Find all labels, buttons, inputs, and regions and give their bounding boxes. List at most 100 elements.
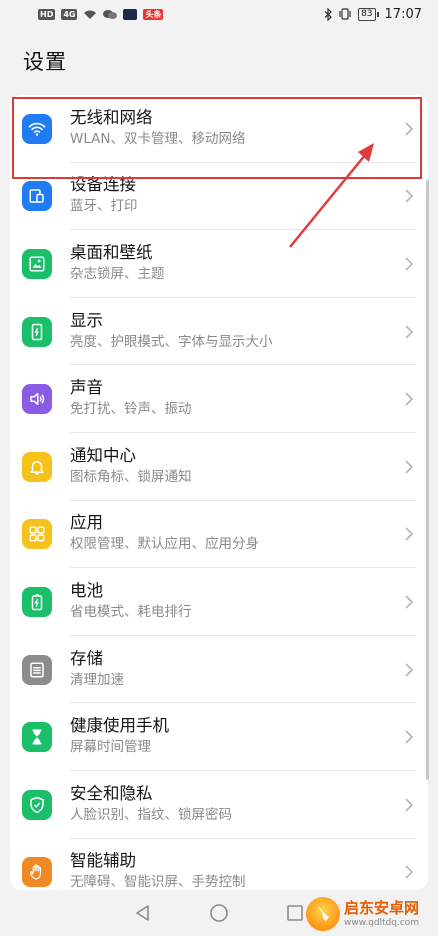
watermark-text: 启东安卓网 www.qdltdq.com — [344, 899, 419, 929]
recents-square-icon — [287, 905, 303, 921]
apps-icon — [22, 519, 52, 550]
watermark-logo-icon — [306, 897, 340, 931]
settings-item-title: 通知中心 — [70, 445, 136, 465]
chevron-right-icon — [405, 325, 414, 339]
settings-item-text: 声音 免打扰、铃声、振动 — [70, 377, 388, 419]
chevron-right-icon — [405, 122, 414, 136]
back-triangle-icon — [136, 905, 149, 921]
settings-item-smart-assist[interactable]: 智能辅助 无障碍、智能识屏、手势控制 — [10, 839, 428, 890]
hand-icon — [22, 857, 52, 888]
settings-item-network[interactable]: 无线和网络 WLAN、双卡管理、移动网络 — [10, 95, 428, 163]
settings-item-title: 健康使用手机 — [70, 716, 169, 736]
settings-item-title: 桌面和壁纸 — [70, 243, 153, 263]
settings-item-title: 安全和隐私 — [70, 783, 153, 803]
settings-item-title: 应用 — [70, 513, 103, 533]
settings-item-subtitle: 图标角标、锁屏通知 — [70, 468, 192, 485]
hd-badge: HD — [38, 8, 56, 20]
settings-item-notifications[interactable]: 通知中心 图标角标、锁屏通知 — [10, 433, 428, 501]
chevron-right-icon — [405, 392, 414, 406]
chevron-right-icon — [405, 662, 414, 677]
battery-icon — [22, 586, 52, 617]
storage-icon — [22, 654, 52, 685]
chevron-right-icon — [405, 865, 414, 879]
settings-item-text: 设备连接 蓝牙、打印 — [70, 175, 388, 217]
display-icon — [22, 316, 52, 347]
scrollbar-thumb[interactable] — [426, 180, 429, 780]
status-left: HD 4G 头条 — [38, 8, 164, 20]
sound-icon — [22, 384, 52, 415]
recents-button[interactable] — [283, 901, 307, 925]
settings-item-title: 设备连接 — [70, 175, 136, 195]
watermark-name: 启东安卓网 — [344, 899, 420, 917]
status-bar: HD 4G 头条 83 17:07 — [0, 0, 438, 28]
settings-item-subtitle: 屏幕时间管理 — [70, 739, 151, 756]
settings-item-subtitle: 省电模式、耗电排行 — [70, 604, 192, 621]
settings-item-subtitle: 无障碍、智能识屏、手势控制 — [70, 874, 246, 890]
chevron-right-icon — [405, 730, 414, 744]
settings-item-text: 应用 权限管理、默认应用、应用分身 — [70, 513, 388, 555]
settings-item-storage[interactable]: 存储 清理加速 — [10, 636, 428, 704]
settings-item-text: 健康使用手机 屏幕时间管理 — [70, 715, 388, 757]
settings-item-title: 存储 — [70, 648, 103, 668]
device-connect-icon — [22, 181, 52, 212]
settings-item-subtitle: 杂志锁屏、主题 — [70, 266, 165, 283]
chevron-right-icon — [405, 257, 414, 271]
settings-item-text: 安全和隐私 人脸识别、指纹、锁屏密码 — [70, 783, 388, 825]
vibrate-icon — [339, 8, 351, 20]
watermark: 启东安卓网 www.qdltdq.com — [306, 894, 434, 934]
battery-cap — [376, 11, 379, 17]
settings-item-title: 无线和网络 — [70, 107, 153, 127]
wallpaper-icon — [22, 248, 52, 279]
wifi-status-icon — [84, 10, 97, 19]
chevron-right-icon — [405, 460, 414, 474]
bluetooth-icon — [324, 7, 332, 21]
settings-item-wallpaper[interactable]: 桌面和壁纸 杂志锁屏、主题 — [10, 230, 428, 298]
home-button[interactable] — [207, 901, 231, 925]
settings-item-apps[interactable]: 应用 权限管理、默认应用、应用分身 — [10, 501, 428, 569]
app-notification-icon — [123, 8, 138, 20]
chevron-right-icon — [405, 189, 414, 203]
wifi-icon — [22, 113, 52, 144]
toutiao-badge: 头条 — [143, 8, 164, 20]
settings-item-subtitle: 人脸识别、指纹、锁屏密码 — [70, 806, 232, 823]
settings-item-subtitle: WLAN、双卡管理、移动网络 — [70, 130, 246, 147]
settings-item-device-connection[interactable]: 设备连接 蓝牙、打印 — [10, 163, 428, 231]
settings-item-subtitle: 蓝牙、打印 — [70, 198, 138, 215]
settings-item-text: 桌面和壁纸 杂志锁屏、主题 — [70, 242, 388, 284]
settings-item-display[interactable]: 显示 亮度、护眼模式、字体与显示大小 — [10, 298, 428, 366]
settings-item-title: 显示 — [70, 310, 103, 330]
settings-list: 无线和网络 WLAN、双卡管理、移动网络 设备连接 蓝牙、打印 桌面和壁纸 杂志… — [10, 95, 428, 890]
settings-item-security[interactable]: 安全和隐私 人脸识别、指纹、锁屏密码 — [10, 771, 428, 839]
settings-item-text: 存储 清理加速 — [70, 648, 388, 690]
settings-item-text: 显示 亮度、护眼模式、字体与显示大小 — [70, 310, 388, 352]
back-button[interactable] — [131, 901, 155, 925]
settings-item-subtitle: 权限管理、默认应用、应用分身 — [70, 536, 259, 553]
settings-item-text: 无线和网络 WLAN、双卡管理、移动网络 — [70, 107, 388, 149]
page-title: 设置 — [23, 50, 67, 74]
settings-item-title: 声音 — [70, 378, 103, 398]
settings-item-subtitle: 免打扰、铃声、振动 — [70, 401, 192, 418]
watermark-url: www.qdltdq.com — [344, 918, 420, 928]
status-time: 17:07 — [384, 6, 422, 22]
settings-item-title: 智能辅助 — [70, 851, 136, 871]
settings-item-text: 电池 省电模式、耗电排行 — [70, 580, 388, 622]
shield-icon — [22, 789, 52, 820]
hourglass-icon — [22, 722, 52, 753]
settings-item-title: 电池 — [70, 581, 103, 601]
settings-item-subtitle: 清理加速 — [70, 671, 124, 688]
settings-item-text: 通知中心 图标角标、锁屏通知 — [70, 445, 388, 487]
settings-item-subtitle: 亮度、护眼模式、字体与显示大小 — [70, 333, 273, 350]
wechat-icon — [103, 9, 118, 19]
chevron-right-icon — [405, 527, 414, 541]
settings-item-digital-balance[interactable]: 健康使用手机 屏幕时间管理 — [10, 703, 428, 771]
status-right: 83 17:07 — [324, 7, 422, 22]
settings-item-text: 智能辅助 无障碍、智能识屏、手势控制 — [70, 850, 388, 890]
battery-indicator: 83 — [358, 7, 376, 21]
chevron-right-icon — [405, 798, 414, 812]
chevron-right-icon — [405, 595, 414, 609]
settings-item-battery[interactable]: 电池 省电模式、耗电排行 — [10, 568, 428, 636]
home-circle-icon — [210, 904, 228, 922]
settings-item-sound[interactable]: 声音 免打扰、铃声、振动 — [10, 365, 428, 433]
bell-icon — [22, 451, 52, 482]
signal-label: 4G — [61, 8, 78, 20]
